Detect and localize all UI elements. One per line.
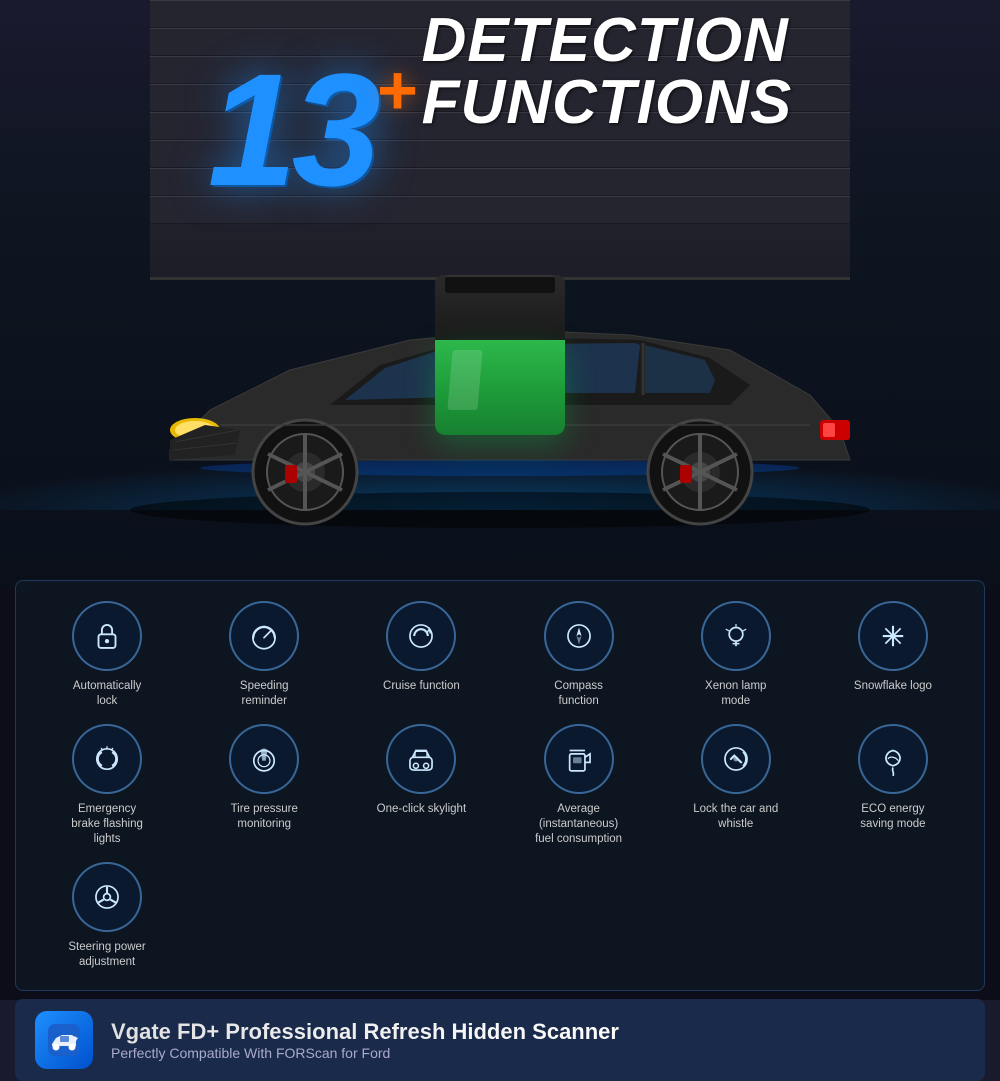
feature-label-compass-function: Compass function <box>534 679 624 709</box>
feature-icon-snowflake-logo <box>858 601 928 671</box>
feature-item-tire-pressure: Tire pressure monitoring <box>188 724 340 847</box>
feature-icon-steering-power <box>72 862 142 932</box>
feature-item-one-click-skylight: One-click skylight <box>345 724 497 847</box>
feature-label-one-click-skylight: One-click skylight <box>377 802 466 817</box>
feature-label-auto-lock: Automatically lock <box>62 679 152 709</box>
feature-item-lock-whistle: Lock the car and whistle <box>660 724 812 847</box>
feature-label-fuel-consumption: Average (instantaneous) fuel consumption <box>534 802 624 847</box>
hero-section: 13 + DETECTION FUNCTIONS <box>0 0 1000 590</box>
feature-item-speeding-reminder: Speeding reminder <box>188 601 340 709</box>
obd-bottom <box>435 340 565 435</box>
feature-icon-cruise-function <box>386 601 456 671</box>
feature-item-fuel-consumption: Average (instantaneous) fuel consumption <box>503 724 655 847</box>
feature-item-emergency-brake: Emergency brake flashing lights <box>31 724 183 847</box>
feature-icon-emergency-brake <box>72 724 142 794</box>
banner-subtitle: Perfectly Compatible With FORScan for Fo… <box>111 1045 619 1061</box>
functions-label: FUNCTIONS <box>422 72 793 134</box>
feature-item-xenon-lamp: Xenon lamp mode <box>660 601 812 709</box>
feature-item-steering-power: Steering power adjustment <box>31 862 183 970</box>
feature-item-auto-lock: Automatically lock <box>31 601 183 709</box>
feature-icon-eco-energy <box>858 724 928 794</box>
feature-icon-fuel-consumption <box>544 724 614 794</box>
feature-icon-auto-lock <box>72 601 142 671</box>
obd-top <box>435 275 565 340</box>
obd-device <box>435 275 565 435</box>
detection-label: DETECTION <box>422 10 793 72</box>
feature-label-speeding-reminder: Speeding reminder <box>219 679 309 709</box>
feature-icon-xenon-lamp <box>701 601 771 671</box>
title-text-block: DETECTION FUNCTIONS <box>422 10 793 134</box>
banner-text-container: Vgate FD+ Professional Refresh Hidden Sc… <box>111 1019 619 1061</box>
feature-item-compass-function: Compass function <box>503 601 655 709</box>
feature-label-tire-pressure: Tire pressure monitoring <box>219 802 309 832</box>
feature-icon-tire-pressure <box>229 724 299 794</box>
feature-label-cruise-function: Cruise function <box>383 679 460 694</box>
feature-label-snowflake-logo: Snowflake logo <box>854 679 932 694</box>
feature-label-xenon-lamp: Xenon lamp mode <box>691 679 781 709</box>
plus-sign: + <box>376 50 417 130</box>
feature-label-lock-whistle: Lock the car and whistle <box>691 802 781 832</box>
feature-label-steering-power: Steering power adjustment <box>62 940 152 970</box>
feature-icon-lock-whistle <box>701 724 771 794</box>
obd-connector <box>445 275 555 293</box>
app-icon <box>35 1011 93 1069</box>
feature-item-snowflake-logo: Snowflake logo <box>817 601 969 709</box>
banner-title: Vgate FD+ Professional Refresh Hidden Sc… <box>111 1019 619 1045</box>
feature-item-cruise-function: Cruise function <box>345 601 497 709</box>
feature-icon-compass-function <box>544 601 614 671</box>
detection-number: 13 <box>208 50 376 210</box>
obd-shine <box>447 350 482 410</box>
bottom-banner: Vgate FD+ Professional Refresh Hidden Sc… <box>15 999 985 1081</box>
feature-label-eco-energy: ECO energy saving mode <box>848 802 938 832</box>
title-container: 13 + DETECTION FUNCTIONS <box>0 30 1000 210</box>
feature-item-eco-energy: ECO energy saving mode <box>817 724 969 847</box>
feature-icon-one-click-skylight <box>386 724 456 794</box>
features-grid: Automatically lock Speeding reminder Cruis… <box>31 601 969 970</box>
feature-label-emergency-brake: Emergency brake flashing lights <box>62 802 152 847</box>
features-section: Automatically lock Speeding reminder Cruis… <box>15 580 985 991</box>
feature-icon-speeding-reminder <box>229 601 299 671</box>
main-container: 13 + DETECTION FUNCTIONS <box>0 0 1000 1000</box>
